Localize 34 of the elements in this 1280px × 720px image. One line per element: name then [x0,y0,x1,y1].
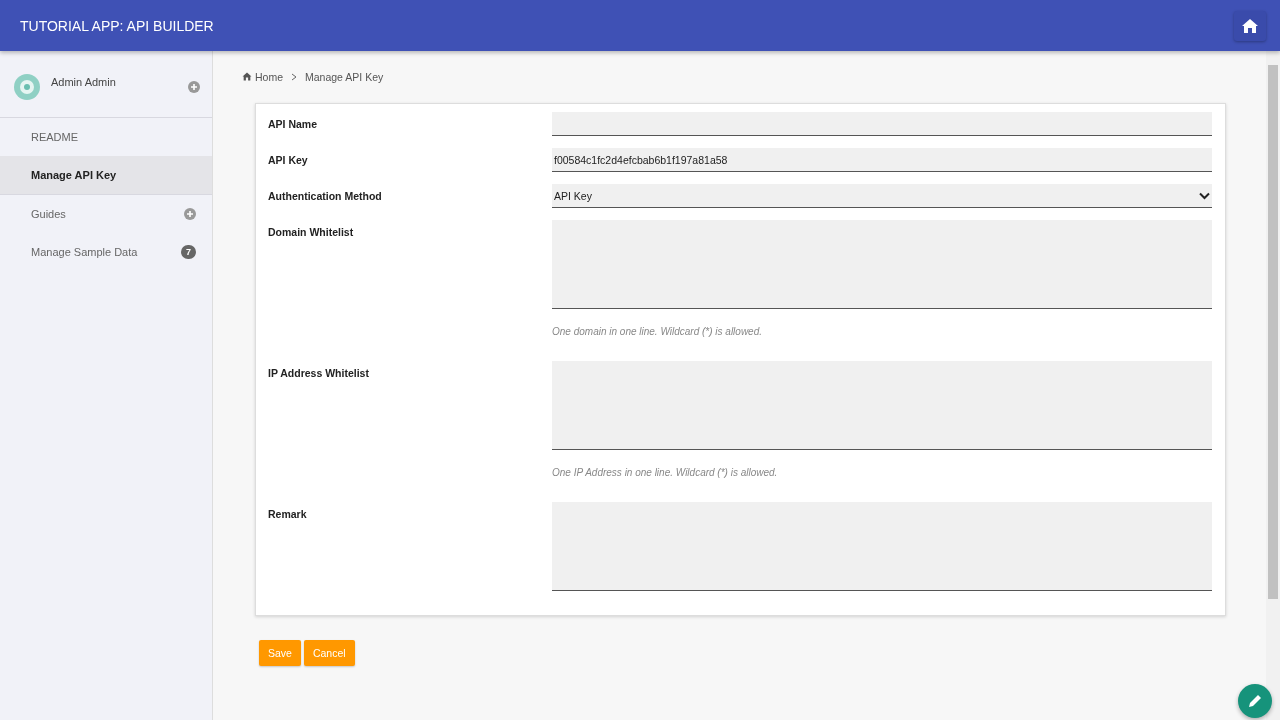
text-field[interactable] [552,112,1212,136]
count-badge: 7 [181,245,196,259]
help-text: One domain in one line. Wildcard (*) is allowed. [552,326,763,337]
home-icon [242,72,252,81]
home-button[interactable] [1234,10,1266,41]
pencil-icon [1247,693,1263,709]
edit-button[interactable] [1238,684,1272,718]
expand-icon[interactable] [188,81,200,93]
avatar-icon [13,73,41,101]
chevron-right-icon [291,73,297,81]
textarea-field[interactable] [552,502,1212,591]
field-label: Authentication Method [268,189,383,204]
scrollbar[interactable] [1266,51,1280,720]
sidebar-item[interactable]: Manage API Key [0,156,212,195]
sidebar-item[interactable]: Guides [0,195,212,233]
sidebar-item[interactable]: README [0,118,212,156]
textarea-field[interactable] [552,220,1212,309]
help-text: One IP Address in one line. Wildcard (*) is allowed. [552,467,779,478]
textarea-field[interactable] [552,361,1212,450]
expand-icon[interactable] [184,208,196,220]
field-label: API Key [268,153,309,168]
field-label: Remark [268,507,308,522]
field-label: IP Address Whitelist [268,366,370,381]
caret-icon [1199,191,1210,200]
breadcrumb-link[interactable]: Home [242,71,283,83]
field-label: Domain Whitelist [268,225,355,240]
field-label: API Name [268,117,319,132]
user-name: Admin Admin [51,76,117,88]
text-field[interactable]: f00584c1fc2d4efcbab6b1f197a81a58 [552,148,1212,172]
select-field[interactable]: API Key [552,184,1212,208]
sidebar-item[interactable]: Manage Sample Data 7 [0,233,212,271]
home-icon [1241,17,1259,34]
breadcrumb-current: Manage API Key [305,71,384,83]
app-title: TUTORIAL APP: API BUILDER [20,17,214,34]
